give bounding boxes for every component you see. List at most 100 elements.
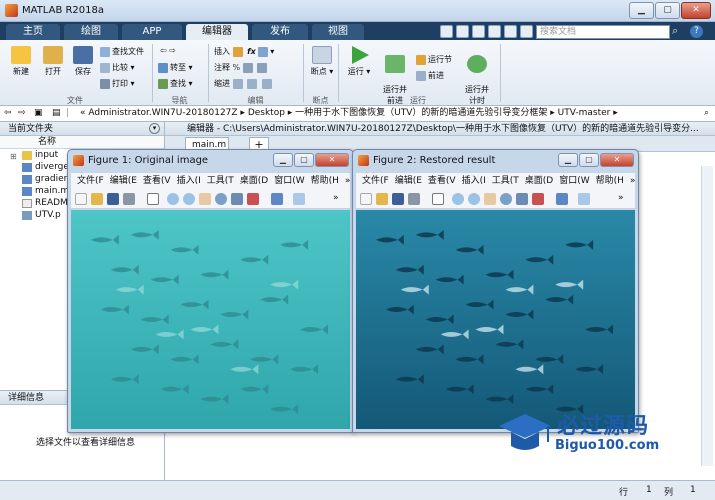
new-button[interactable]: 新建 xyxy=(6,46,36,77)
zoom-in-icon[interactable] xyxy=(452,193,464,205)
path-search-icon[interactable]: ⌕ xyxy=(704,106,709,121)
quick-undo-icon[interactable] xyxy=(488,25,501,38)
back-forward-arrows[interactable]: ⇦ ⇨ xyxy=(160,46,176,55)
menu-more[interactable]: » xyxy=(345,176,350,186)
forward-arrow-icon[interactable]: ⇨ xyxy=(18,106,26,121)
figure-close-button[interactable]: ✕ xyxy=(315,153,349,167)
print-figure-icon[interactable] xyxy=(123,193,135,205)
figure-title-bar[interactable]: Figure 2: Restored result ▁ ▢ ✕ xyxy=(353,150,638,171)
menu-file[interactable]: 文件(F xyxy=(77,176,104,186)
compare-button[interactable]: 比较 ▾ xyxy=(100,62,135,73)
open-file-icon[interactable] xyxy=(91,193,103,205)
find-button[interactable]: 查找 ▾ xyxy=(158,78,193,89)
colorbar-icon[interactable] xyxy=(293,193,305,205)
figure-title-bar[interactable]: Figure 1: Original image ▁ ▢ ✕ xyxy=(68,150,353,171)
tab-apps[interactable]: APP xyxy=(122,24,182,40)
toolbar-more-icon[interactable]: » xyxy=(618,193,630,205)
new-figure-icon[interactable] xyxy=(360,193,372,205)
edit-plot-icon[interactable] xyxy=(147,193,159,205)
menu-more[interactable]: » xyxy=(630,176,635,186)
figure-window-restored[interactable]: Figure 2: Restored result ▁ ▢ ✕ 文件(F 编辑(E… xyxy=(352,149,639,433)
open-file-icon[interactable] xyxy=(376,193,388,205)
minimize-button[interactable]: ▁ xyxy=(629,2,654,19)
up-folder-icon[interactable]: ▣ xyxy=(34,106,43,121)
panel-menu-icon[interactable]: ▾ xyxy=(149,123,160,134)
menu-desktop[interactable]: 桌面(D xyxy=(240,176,268,186)
toolbar-more-icon[interactable]: » xyxy=(333,193,345,205)
zoom-in-icon[interactable] xyxy=(167,193,179,205)
quick-copy-icon[interactable] xyxy=(472,25,485,38)
figure-window-original[interactable]: Figure 1: Original image ▁ ▢ ✕ 文件(F 编辑(E 查… xyxy=(67,149,354,433)
menu-insert[interactable]: 插入(I xyxy=(177,176,201,186)
menu-help[interactable]: 帮助(H xyxy=(311,176,339,186)
figure-close-button[interactable]: ✕ xyxy=(600,153,634,167)
link-plot-icon[interactable] xyxy=(556,193,568,205)
indent-button[interactable]: 缩进 xyxy=(214,78,274,89)
figure-minimize-button[interactable]: ▁ xyxy=(273,153,293,167)
edit-plot-icon[interactable] xyxy=(432,193,444,205)
menu-tools[interactable]: 工具(T xyxy=(492,176,519,186)
pan-icon[interactable] xyxy=(199,193,211,205)
menu-file[interactable]: 文件(F xyxy=(362,176,389,186)
new-figure-icon[interactable] xyxy=(75,193,87,205)
tab-plots[interactable]: 绘图 xyxy=(64,24,118,40)
pan-icon[interactable] xyxy=(484,193,496,205)
browse-folder-icon[interactable]: ▤ xyxy=(52,106,61,121)
menu-edit[interactable]: 编辑(E xyxy=(395,176,422,186)
fx-icon[interactable]: fx xyxy=(247,47,256,56)
back-arrow-icon[interactable]: ⇦ xyxy=(4,106,12,121)
menu-view[interactable]: 查看(V xyxy=(143,176,171,186)
quick-cut-icon[interactable] xyxy=(456,25,469,38)
menu-window[interactable]: 窗口(W xyxy=(274,176,304,186)
save-figure-icon[interactable] xyxy=(107,193,119,205)
tab-view[interactable]: 视图 xyxy=(312,24,364,40)
link-plot-icon[interactable] xyxy=(271,193,283,205)
address-bar[interactable]: ⇦ ⇨ ▣ ▤ | « Administrator.WIN7U-20180127… xyxy=(0,106,715,122)
print-figure-icon[interactable] xyxy=(408,193,420,205)
maximize-button[interactable]: ▢ xyxy=(655,2,680,19)
editor-scrollbar[interactable] xyxy=(701,166,713,466)
figure-minimize-button[interactable]: ▁ xyxy=(558,153,578,167)
open-button[interactable]: 打开 xyxy=(38,46,68,77)
save-button[interactable]: 保存 xyxy=(68,46,98,77)
run-section-button[interactable]: 运行节 xyxy=(416,54,452,65)
quick-access-dropdown-icon[interactable] xyxy=(520,25,533,38)
zoom-out-icon[interactable] xyxy=(183,193,195,205)
insert-button[interactable]: 插入 fx ▾ xyxy=(214,46,274,57)
run-button[interactable]: 运行 ▾ xyxy=(344,46,374,77)
rotate-icon[interactable] xyxy=(215,193,227,205)
brush-icon[interactable] xyxy=(247,193,259,205)
menu-edit[interactable]: 编辑(E xyxy=(110,176,137,186)
figure-maximize-button[interactable]: ▢ xyxy=(579,153,599,167)
menu-insert[interactable]: 插入(I xyxy=(462,176,486,186)
folder-path[interactable]: « Administrator.WIN7U-20180127Z ▸ Deskto… xyxy=(80,106,680,121)
brush-icon[interactable] xyxy=(532,193,544,205)
find-files-button[interactable]: 查找文件 xyxy=(100,46,144,57)
rotate-icon[interactable] xyxy=(500,193,512,205)
data-cursor-icon[interactable] xyxy=(516,193,528,205)
menu-help[interactable]: 帮助(H xyxy=(596,176,624,186)
zoom-out-icon[interactable] xyxy=(468,193,480,205)
goto-button[interactable]: 转至 ▾ xyxy=(158,62,193,73)
menu-window[interactable]: 窗口(W xyxy=(559,176,589,186)
tab-publish[interactable]: 发布 xyxy=(252,24,308,40)
search-input[interactable]: 搜索文档 xyxy=(536,25,670,39)
tab-editor[interactable]: 编辑器 xyxy=(186,24,248,40)
quick-redo-icon[interactable] xyxy=(504,25,517,38)
tab-home[interactable]: 主页 xyxy=(6,24,60,40)
close-button[interactable]: ✕ xyxy=(681,2,711,19)
name-column-header[interactable]: 名称 xyxy=(0,136,164,149)
search-icon[interactable]: ⌕ xyxy=(672,24,678,38)
colorbar-icon[interactable] xyxy=(578,193,590,205)
menu-tools[interactable]: 工具(T xyxy=(207,176,234,186)
comment-button[interactable]: 注释 % xyxy=(214,62,269,73)
figure-maximize-button[interactable]: ▢ xyxy=(294,153,314,167)
advance-button[interactable]: 前进 xyxy=(416,70,444,81)
quick-save-icon[interactable] xyxy=(440,25,453,38)
save-figure-icon[interactable] xyxy=(392,193,404,205)
help-icon[interactable]: ? xyxy=(690,25,703,38)
print-button[interactable]: 打印 ▾ xyxy=(100,78,135,89)
menu-view[interactable]: 查看(V xyxy=(428,176,456,186)
menu-desktop[interactable]: 桌面(D xyxy=(525,176,553,186)
breakpoints-button[interactable]: 断点 ▾ xyxy=(308,46,336,77)
